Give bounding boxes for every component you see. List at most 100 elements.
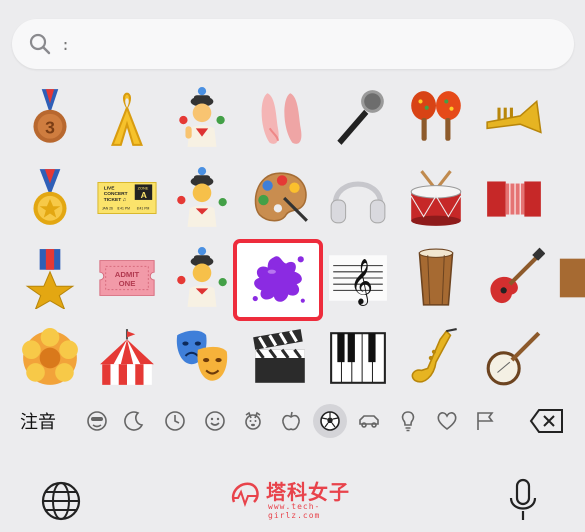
category-emoji-face[interactable] (198, 404, 232, 438)
rosette-icon (22, 328, 78, 385)
juggling-woman-icon (179, 87, 225, 147)
soccer-ball-icon (320, 411, 340, 431)
category-flags[interactable] (468, 404, 502, 438)
military-medal-icon (25, 249, 75, 309)
headphones-icon (330, 181, 386, 224)
globe-icon[interactable] (40, 480, 82, 522)
emoji-musical-score[interactable]: 𝄞 (322, 242, 394, 314)
search-icon (29, 33, 51, 55)
category-travel-places[interactable] (352, 404, 386, 438)
maracas-icon (411, 91, 461, 141)
smiley-face-icon (205, 411, 225, 431)
car-icon (359, 415, 379, 428)
dog-face-icon (245, 411, 261, 430)
emoji-grid: 3 LIVE CONCERT TICKET ♫ ZONE A JAN 26 8:… (0, 78, 585, 398)
svg-text:JAN 26: JAN 26 (102, 207, 113, 211)
keyboard-bottom-bar: 塔科女子 www.tech-girlz.com (0, 458, 585, 532)
microphone-icon (337, 90, 384, 145)
ballet-shoes-icon (261, 93, 302, 144)
category-frequently-used[interactable] (158, 404, 192, 438)
lightbulb-icon (401, 411, 415, 432)
microphone-dictation-icon[interactable] (508, 478, 538, 524)
emoji-sports-medal[interactable] (14, 162, 86, 234)
yellow-ribbon-icon (111, 92, 143, 146)
search-input[interactable] (72, 29, 556, 61)
smileys-people-icon (87, 411, 107, 431)
emoji-accordion[interactable] (478, 162, 550, 234)
svg-text:3: 3 (45, 118, 55, 138)
emoji-3rd-place-medal[interactable]: 3 (14, 82, 86, 154)
admission-ticket-icon: ADMIT ONE (99, 260, 155, 296)
clapper-board-icon (253, 329, 305, 383)
emoji-military-medal[interactable] (14, 242, 86, 314)
musical-score-icon: 𝄞 (329, 255, 387, 306)
paint-splash-icon (252, 256, 305, 303)
performing-arts-icon (176, 330, 228, 381)
svg-text:A: A (141, 190, 148, 200)
emoji-yellow-ribbon[interactable] (91, 82, 163, 154)
emoji-rosette[interactable] (14, 322, 86, 394)
emoji-musical-keyboard[interactable] (322, 322, 394, 394)
emoji-drum[interactable] (400, 162, 472, 234)
accordion-icon (487, 181, 541, 217)
logo-url: www.tech-girlz.com (268, 502, 321, 520)
juggling-person-icon (177, 167, 227, 227)
emoji-partial-edge[interactable] (556, 242, 585, 314)
category-activity[interactable] (313, 404, 347, 438)
category-symbols[interactable] (430, 404, 464, 438)
emoji-saxophone[interactable] (400, 322, 472, 394)
emoji-search-bar[interactable]: : (12, 19, 574, 69)
watermark-logo: 塔科女子 www.tech-girlz.com (228, 476, 368, 520)
svg-text:LIVE: LIVE (104, 185, 116, 191)
svg-text:TICKET ♫: TICKET ♫ (104, 197, 126, 203)
saxophone-icon (411, 328, 457, 383)
moon-icon (124, 411, 144, 431)
keyboard-mode-label[interactable]: 注音 (20, 408, 56, 434)
svg-text:8:41 PM: 8:41 PM (137, 207, 150, 211)
emoji-clapper-board[interactable] (244, 322, 316, 394)
category-animals-nature[interactable] (236, 404, 270, 438)
emoji-artist-palette[interactable] (244, 162, 316, 234)
emoji-circus-tent[interactable] (91, 322, 163, 394)
trumpet-icon (486, 99, 542, 134)
backspace-icon[interactable] (529, 407, 565, 435)
svg-text:ADMIT: ADMIT (115, 270, 140, 279)
emoji-guitar[interactable] (478, 242, 550, 314)
svg-text:8:41 PM: 8:41 PM (117, 207, 130, 211)
heart-icon (437, 412, 457, 431)
gold-medal-icon (33, 169, 67, 225)
emoji-ballet-shoes[interactable] (244, 82, 316, 154)
juggling-man-icon (177, 247, 227, 307)
emoji-microphone[interactable] (322, 82, 394, 154)
emoji-long-drum[interactable] (400, 242, 472, 314)
emoji-juggling-person[interactable] (166, 162, 238, 234)
category-food-drink[interactable] (274, 404, 308, 438)
emoji-concert-ticket[interactable]: LIVE CONCERT TICKET ♫ ZONE A JAN 26 8:41… (91, 162, 163, 234)
guitar-icon (490, 247, 545, 304)
partial-instrument-icon (559, 258, 585, 298)
emoji-juggling-woman[interactable] (166, 82, 238, 154)
apple-icon (282, 411, 300, 431)
emoji-maracas[interactable] (400, 82, 472, 154)
emoji-paint-splash[interactable] (242, 244, 314, 316)
emoji-performing-arts[interactable] (166, 322, 238, 394)
svg-text:CONCERT: CONCERT (104, 191, 128, 197)
emoji-headphones[interactable] (322, 162, 394, 234)
artist-palette-icon (254, 172, 308, 222)
svg-text:ONE: ONE (119, 279, 136, 288)
musical-keyboard-icon (330, 332, 386, 384)
category-objects[interactable] (391, 404, 425, 438)
concert-ticket-icon: LIVE CONCERT TICKET ♫ ZONE A JAN 26 8:41… (97, 182, 157, 214)
emoji-category-bar: 注音 (0, 398, 585, 444)
emoji-admission-ticket[interactable]: ADMIT ONE (91, 242, 163, 314)
svg-text:𝄞: 𝄞 (350, 260, 373, 306)
flag-icon (477, 412, 494, 430)
clock-icon (165, 411, 185, 431)
category-recent[interactable] (117, 404, 151, 438)
emoji-banjo[interactable] (478, 322, 550, 394)
category-smileys-people[interactable] (80, 404, 114, 438)
search-caret: : (61, 36, 71, 54)
emoji-trumpet[interactable] (478, 82, 550, 154)
emoji-juggling-man[interactable] (166, 242, 238, 314)
circus-tent-icon (100, 329, 154, 385)
